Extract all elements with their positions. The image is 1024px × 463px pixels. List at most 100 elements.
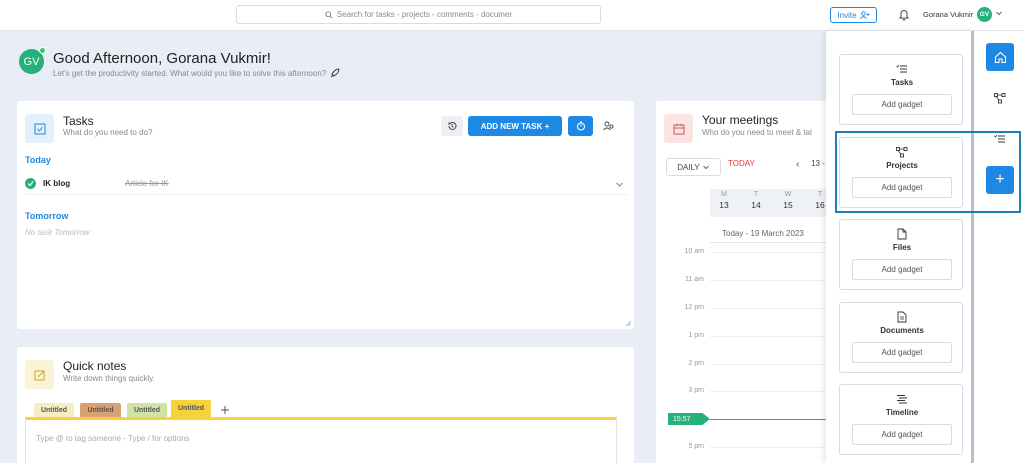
projects-icon	[994, 92, 1006, 103]
add-gadget-button[interactable]: Add gadget	[852, 94, 952, 115]
files-icon	[894, 227, 910, 241]
meetings-subtitle: Who do you need to meet & tal	[702, 128, 812, 137]
bell-icon[interactable]	[898, 8, 910, 21]
today-date: Today - 19 March 2023	[722, 229, 804, 238]
chevron-down-icon[interactable]	[995, 9, 1003, 17]
hour-row: 1 pm	[656, 332, 836, 342]
hour-row: 10 am	[656, 248, 836, 258]
documents-icon	[894, 310, 910, 324]
add-gadget-button[interactable]: Add gadget	[852, 342, 952, 363]
divider	[710, 242, 836, 243]
users-icon	[603, 121, 614, 131]
home-icon	[994, 51, 1006, 63]
notes-card-icon	[25, 360, 54, 389]
invite-button[interactable]: Invite	[830, 7, 877, 23]
hour-label: 5 pm	[688, 443, 704, 450]
hour-label: 1 pm	[688, 332, 704, 339]
stopwatch-icon	[576, 121, 585, 131]
gadget-name: Files	[892, 243, 912, 252]
search-placeholder: Search for tasks - projects - comments -…	[336, 10, 513, 19]
add-gadget-button[interactable]: Add gadget	[852, 424, 952, 445]
gadget-card-files: Files Add gadget	[839, 219, 963, 290]
invite-label: Invite	[837, 10, 857, 20]
selection-highlight	[835, 131, 1021, 213]
tasks-card-icon	[25, 114, 54, 143]
add-note-button[interactable]	[218, 403, 232, 417]
hour-label: 10 am	[684, 248, 704, 255]
week-day-strip: M 13 T 14 W 15 T 16	[710, 189, 836, 217]
meetings-title: Your meetings	[702, 113, 779, 127]
tomorrow-empty-text: No task Tomorrow	[25, 228, 90, 237]
day-letter: M	[721, 191, 727, 198]
resize-handle-icon[interactable]	[625, 320, 631, 326]
greeting-title: Good Afternoon, Gorana Vukmir!	[53, 50, 271, 67]
gadget-card-documents: Documents Add gadget	[839, 302, 963, 373]
meetings-card: Your meetings Who do you need to meet & …	[656, 101, 836, 463]
history-icon	[448, 121, 457, 130]
tasks-icon	[894, 62, 910, 76]
projects-rail-button[interactable]	[986, 84, 1014, 112]
user-name[interactable]: Gorana Vukmir	[923, 10, 973, 19]
note-tab[interactable]: Untitled	[127, 403, 167, 417]
note-tab-active[interactable]: Untitled	[171, 400, 211, 417]
calendar-icon	[673, 123, 684, 134]
meetings-card-icon	[664, 114, 693, 143]
hour-label: 3 pm	[688, 387, 704, 394]
right-rail: +	[976, 31, 1024, 463]
hour-label: 12 pm	[684, 304, 704, 311]
task-name[interactable]: IK blog	[43, 179, 70, 188]
hour-row: 2 pm	[656, 360, 836, 370]
hour-row: 3 pm	[656, 387, 836, 397]
date-range: 13 -	[811, 159, 825, 168]
online-status-dot	[39, 47, 46, 54]
avatar[interactable]: GV	[977, 7, 992, 22]
task-project[interactable]: Article for IK	[125, 179, 169, 188]
day-cell[interactable]: W 15	[778, 191, 798, 210]
timer-button[interactable]	[568, 116, 593, 136]
assign-users-button[interactable]	[598, 116, 620, 136]
gadget-name: Timeline	[885, 408, 919, 417]
add-gadget-button[interactable]: Add gadget	[852, 259, 952, 280]
completed-check-icon[interactable]	[25, 178, 36, 189]
panel-scrollbar[interactable]	[971, 31, 974, 463]
home-button[interactable]	[986, 43, 1014, 71]
chevron-left-icon[interactable]: ‹	[796, 159, 799, 170]
day-number: 14	[751, 200, 761, 210]
search-input[interactable]: Search for tasks - projects - comments -…	[236, 5, 601, 24]
note-editor[interactable]: Type @ to tag someone - Type / for optio…	[25, 417, 617, 463]
view-select-label: DAILY	[677, 162, 700, 172]
history-button[interactable]	[441, 116, 463, 136]
tasks-subtitle: What do you need to do?	[63, 128, 153, 137]
greeting-subtitle-text: Let's get the productivity started. What…	[53, 69, 327, 78]
note-tab[interactable]: Untitled	[34, 403, 74, 417]
current-time-badge: 15:57	[668, 413, 710, 425]
current-time-line	[710, 419, 836, 420]
gadget-name: Tasks	[890, 78, 914, 87]
quick-notes-card: Quick notes Write down things quickly. U…	[17, 347, 634, 463]
greeting-subtitle: Let's get the productivity started. What…	[53, 68, 340, 79]
hour-label: 11 am	[685, 276, 704, 283]
add-new-task-button[interactable]: ADD NEW TASK +	[468, 116, 562, 136]
note-tab[interactable]: Untitled	[80, 403, 121, 417]
today-link[interactable]: TODAY	[728, 159, 755, 168]
gadget-card-tasks: Tasks Add gadget	[839, 54, 963, 125]
day-cell[interactable]: M 13	[714, 191, 734, 210]
day-number: 13	[719, 200, 729, 210]
tomorrow-section-label: Tomorrow	[25, 211, 69, 221]
gadget-name: Documents	[880, 326, 924, 335]
gadget-card-timeline: Timeline Add gadget	[839, 384, 963, 455]
hour-row: 5 pm	[656, 443, 836, 453]
checkbox-icon	[34, 123, 45, 134]
day-cell[interactable]: T 14	[746, 191, 766, 210]
timeline-icon	[894, 392, 910, 406]
add-user-icon	[859, 11, 870, 19]
hour-row: 12 pm	[656, 304, 836, 314]
notes-title: Quick notes	[63, 359, 127, 373]
search-icon	[325, 10, 333, 19]
task-row[interactable]: IK blog Article for IK	[25, 175, 627, 195]
chevron-down-icon[interactable]	[615, 180, 624, 189]
notes-subtitle: Write down things quickly.	[63, 374, 155, 383]
view-select[interactable]: DAILY	[666, 158, 721, 176]
plus-icon	[221, 406, 229, 414]
day-number: 15	[783, 200, 793, 210]
